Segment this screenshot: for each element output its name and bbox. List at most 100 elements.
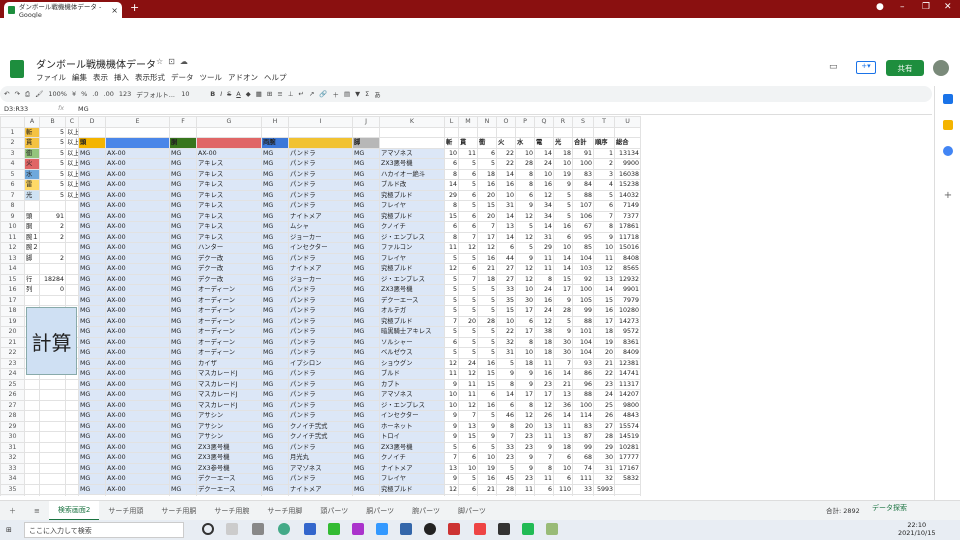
cell[interactable] [65, 231, 79, 243]
cell[interactable]: 14 [593, 284, 615, 296]
cell[interactable]: 15 [553, 273, 573, 285]
cell[interactable]: MG [78, 147, 106, 159]
cell[interactable] [65, 294, 79, 306]
currency-button[interactable]: ¥ [72, 90, 76, 98]
cell[interactable]: 13 [553, 389, 573, 401]
cell[interactable]: オーディーン [196, 294, 262, 306]
menu-view[interactable]: 表示 [93, 72, 108, 83]
cell[interactable]: 5 [477, 294, 497, 306]
cell[interactable]: デクー改 [196, 263, 262, 275]
cell[interactable]: AX-00 [196, 147, 262, 159]
cell[interactable]: 7979 [614, 294, 641, 306]
cell[interactable] [515, 126, 535, 138]
cell[interactable] [288, 494, 353, 496]
col-header[interactable]: E [105, 116, 170, 128]
cell[interactable]: 20 [477, 210, 497, 222]
cell[interactable]: 5 [39, 147, 66, 159]
cell[interactable]: 10 [458, 462, 478, 474]
task-view-icon[interactable] [202, 523, 214, 535]
cell[interactable] [352, 126, 380, 138]
col-header[interactable]: N [477, 116, 497, 128]
cell[interactable]: MG [78, 294, 106, 306]
cell[interactable]: オルテガ [379, 305, 445, 317]
cell[interactable]: パンドラ [288, 200, 353, 212]
cell[interactable]: 12 [458, 399, 478, 411]
cell[interactable]: 12 [444, 357, 459, 369]
doc-title[interactable]: ダンボール戦機機体データ [36, 56, 156, 71]
table-row[interactable]: 23 MG AX-00 MG カイザ MG イプシロン MG ショウグン 12 24 16 5 18 11 7… [0, 357, 641, 369]
cell[interactable]: 0 [39, 284, 66, 296]
cell[interactable]: MG [169, 252, 197, 264]
cell[interactable]: 17861 [614, 221, 641, 233]
rotate-icon[interactable]: ↗ [309, 90, 314, 98]
cell[interactable]: 23 [534, 378, 554, 390]
cell[interactable]: 15 [444, 210, 459, 222]
cell[interactable]: 順序 [593, 137, 615, 149]
cell[interactable]: MG [352, 284, 380, 296]
table-row[interactable]: 16 列 0 MG AX-00 MG オーディーン MG パンドラ MG ZX3悪号機 5 5 5 33 10… [0, 284, 641, 296]
cell[interactable]: 5 [444, 326, 459, 338]
cell[interactable]: AX-00 [105, 231, 170, 243]
cell[interactable]: 23 [593, 378, 615, 390]
cell[interactable]: AX-00 [105, 378, 170, 390]
cell[interactable]: 9 [515, 378, 535, 390]
cell[interactable]: MG [169, 357, 197, 369]
cell[interactable] [65, 284, 79, 296]
cell[interactable]: MG [352, 221, 380, 233]
cell[interactable]: パンドラ [288, 179, 353, 191]
cell[interactable]: 5 [477, 441, 497, 453]
cell[interactable]: 17167 [614, 462, 641, 474]
cell[interactable] [288, 137, 353, 149]
cell[interactable]: MG [352, 431, 380, 443]
cell[interactable]: 5 [477, 336, 497, 348]
cell[interactable]: 17 [477, 231, 497, 243]
row-number[interactable]: 10 [0, 221, 25, 233]
cell[interactable]: 5 [515, 242, 535, 254]
cell[interactable]: AX-00 [105, 399, 170, 411]
cell[interactable]: 14 [496, 231, 516, 243]
cell[interactable]: 12 [534, 189, 554, 201]
cell[interactable]: 6 [458, 441, 478, 453]
cell[interactable]: MG [352, 210, 380, 222]
cell[interactable]: MG [169, 147, 197, 159]
cell[interactable]: 10 [593, 242, 615, 254]
cell[interactable]: デクーエース [196, 483, 262, 495]
cell[interactable]: 14 [496, 168, 516, 180]
cell[interactable]: 8 [515, 399, 535, 411]
cell[interactable] [65, 273, 79, 285]
app-icon-1[interactable] [226, 523, 238, 535]
cell[interactable]: 12 [458, 368, 478, 380]
cell[interactable]: 23 [515, 431, 535, 443]
cell[interactable]: 8 [444, 231, 459, 243]
cell[interactable]: ZX3悪号機 [196, 452, 262, 464]
taskbar-search-input[interactable]: ここに入力して検索 [24, 522, 184, 538]
cell[interactable]: 93 [572, 357, 594, 369]
row-number[interactable]: 31 [0, 441, 25, 453]
cell[interactable]: 9 [515, 462, 535, 474]
cell[interactable]: MG [78, 462, 106, 474]
cell[interactable]: 12 [593, 263, 615, 275]
cell[interactable]: ベルゼウス [379, 347, 445, 359]
redo-icon[interactable]: ↷ [14, 90, 19, 98]
cell[interactable]: 74 [572, 462, 594, 474]
cell[interactable]: MG [78, 483, 106, 495]
cell[interactable]: 6 [477, 389, 497, 401]
cell[interactable]: 6 [593, 200, 615, 212]
cell[interactable]: 12 [515, 263, 535, 275]
cell[interactable]: AX-00 [105, 315, 170, 327]
cell[interactable]: MG [78, 336, 106, 348]
cell[interactable]: MG [261, 189, 289, 201]
cell[interactable]: アサシン [196, 420, 262, 432]
cell[interactable]: MG [78, 284, 106, 296]
cell[interactable]: 33 [496, 441, 516, 453]
cell[interactable]: 7 [458, 410, 478, 422]
text-color-icon[interactable]: A [236, 90, 240, 98]
cell[interactable]: 6 [458, 263, 478, 275]
keep-icon[interactable] [943, 120, 953, 130]
cell[interactable]: 29 [534, 242, 554, 254]
cell[interactable]: MG [169, 378, 197, 390]
cell[interactable]: MG [78, 441, 106, 453]
app-icon-9[interactable] [522, 523, 534, 535]
cell[interactable]: ムシャ [288, 221, 353, 233]
cell[interactable]: AX-00 [105, 294, 170, 306]
